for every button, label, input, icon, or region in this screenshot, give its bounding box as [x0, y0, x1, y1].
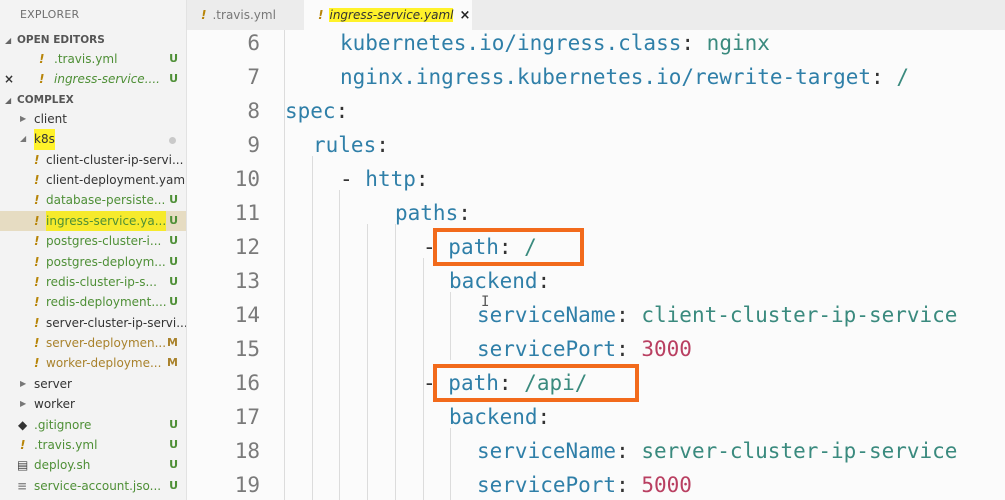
line-number: 11 — [234, 201, 260, 225]
line-number: 9 — [247, 133, 260, 157]
editor-tab-bar: ! .travis.yml ! ingress-service.yaml × — [187, 0, 1005, 30]
yaml-file-icon: ! — [34, 254, 40, 269]
open-editors-header[interactable]: ◢ OPEN EDITORS — [0, 32, 186, 49]
code-editor[interactable]: 6 7 8 9 10 11 12 13 14 15 16 17 18 19 ku… — [187, 30, 1005, 500]
yaml-file-icon: ! — [20, 438, 26, 453]
chevron-right-icon: ▶ — [20, 399, 27, 409]
yaml-file-icon: ! — [34, 356, 40, 371]
file-server-deployment[interactable]: ! server-deploymen... M — [0, 333, 186, 353]
code-line: kubernetes.io/ingress.class: nginx — [340, 31, 770, 55]
file-service-account[interactable]: ≡ service-account.jso... U — [0, 476, 186, 496]
modified-dot-icon — [169, 137, 176, 145]
file-redis-deployment[interactable]: ! redis-deployment.... U — [0, 292, 186, 312]
code-line: paths: — [395, 201, 471, 225]
line-number: 8 — [247, 99, 260, 123]
line-number: 14 — [234, 303, 260, 327]
close-icon[interactable]: × — [459, 8, 470, 23]
file-worker-deployment[interactable]: ! worker-deployme... M — [0, 353, 186, 373]
file-postgres-deployment[interactable]: ! postgres-deploym... U — [0, 252, 186, 272]
code-line: servicePort: 5000 — [477, 473, 692, 497]
project-header[interactable]: ◢ COMPLEX — [0, 92, 186, 109]
folder-client[interactable]: ▶ client — [0, 109, 186, 129]
line-number: 7 — [247, 65, 260, 89]
tab-travis[interactable]: ! .travis.yml — [187, 0, 304, 30]
line-number: 15 — [234, 337, 260, 361]
yaml-file-icon: ! — [34, 315, 40, 330]
file-client-cluster-ip[interactable]: ! client-cluster-ip-servi... — [0, 150, 186, 170]
file-postgres-cluster-ip[interactable]: ! postgres-cluster-i... U — [0, 231, 186, 251]
code-line: servicePort: 3000 — [477, 337, 692, 361]
indent-guide — [450, 428, 451, 500]
script-file-icon: ▤ — [17, 458, 29, 473]
line-number: 13 — [234, 269, 260, 293]
yaml-file-icon: ! — [201, 8, 207, 22]
indent-guide — [395, 224, 396, 500]
yaml-file-icon: ! — [34, 234, 40, 249]
open-editor-travis[interactable]: ! .travis.yml U — [0, 49, 186, 69]
code-line: nginx.ingress.kubernetes.io/rewrite-targ… — [340, 65, 909, 89]
yaml-file-icon: ! — [39, 52, 45, 66]
folder-worker[interactable]: ▶ worker — [0, 394, 186, 414]
line-number: 19 — [234, 473, 260, 497]
indent-guide — [367, 224, 368, 500]
code-line: serviceName: server-cluster-ip-service — [477, 439, 958, 463]
file-client-deployment[interactable]: ! client-deployment.yaml — [0, 170, 186, 190]
yaml-file-icon: ! — [39, 72, 45, 87]
file-ingress-service[interactable]: ! ingress-service.ya... U — [0, 210, 186, 232]
yaml-file-icon: ! — [34, 152, 40, 167]
yaml-file-icon: ! — [34, 172, 40, 187]
chevron-right-icon: ▶ — [20, 113, 27, 123]
close-icon[interactable]: × — [4, 69, 14, 89]
yaml-file-icon: ! — [34, 193, 40, 208]
line-number: 17 — [234, 405, 260, 429]
text-cursor-icon: I — [481, 294, 490, 310]
file-gitignore[interactable]: ◆ .gitignore U — [0, 415, 186, 435]
file-deploy-sh[interactable]: ▤ deploy.sh U — [0, 455, 186, 475]
line-number: 6 — [247, 31, 260, 55]
json-file-icon: ≡ — [17, 478, 28, 493]
yaml-file-icon: ! — [34, 213, 40, 228]
git-icon: ◆ — [18, 417, 28, 432]
indent-guide — [312, 156, 313, 500]
line-number: 10 — [234, 167, 260, 191]
file-travis[interactable]: ! .travis.yml U — [0, 435, 186, 455]
highlight-box-path-api — [433, 364, 639, 402]
line-number: 18 — [234, 439, 260, 463]
yaml-file-icon: ! — [34, 295, 40, 310]
chevron-down-icon: ◢ — [5, 95, 12, 105]
code-line: serviceName: client-cluster-ip-service — [477, 303, 958, 327]
line-number: 12 — [234, 235, 260, 259]
file-server-cluster-ip[interactable]: ! server-cluster-ip-servi... — [0, 313, 186, 333]
code-line: - http: — [340, 167, 429, 191]
code-line: rules: — [313, 133, 389, 157]
indent-guide — [339, 190, 340, 500]
line-number: 16 — [234, 371, 260, 395]
chevron-down-icon: ◢ — [20, 134, 27, 144]
tab-ingress-service[interactable]: ! ingress-service.yaml × — [304, 0, 472, 30]
explorer-sidebar: EXPLORER ◢ OPEN EDITORS ! .travis.yml U ×… — [0, 0, 187, 500]
indent-guide — [450, 292, 451, 360]
highlight-box-path-root — [433, 228, 584, 266]
chevron-down-icon: ◢ — [5, 36, 12, 45]
folder-k8s[interactable]: ◢ k8s — [0, 129, 186, 150]
code-line: backend: — [449, 269, 551, 293]
open-editor-ingress[interactable]: × ! ingress-service.... U — [0, 69, 186, 89]
file-database-persistent[interactable]: ! database-persiste... U — [0, 190, 186, 210]
file-redis-cluster-ip[interactable]: ! redis-cluster-ip-s... U — [0, 272, 186, 292]
code-line: spec: — [285, 99, 349, 123]
yaml-file-icon: ! — [34, 274, 40, 289]
folder-server[interactable]: ▶ server — [0, 374, 186, 394]
explorer-title: EXPLORER — [20, 8, 80, 21]
code-line: backend: — [449, 405, 551, 429]
yaml-file-icon: ! — [34, 336, 40, 351]
yaml-file-icon: ! — [318, 8, 324, 22]
chevron-right-icon: ▶ — [20, 378, 27, 388]
